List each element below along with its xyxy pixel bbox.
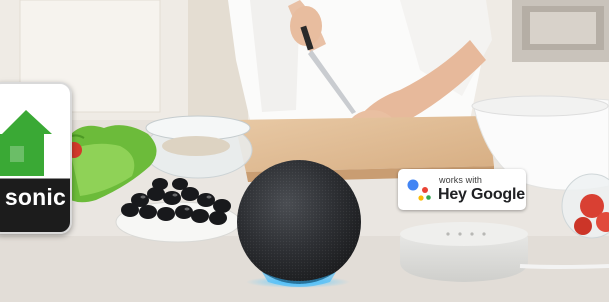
badge-line-1: works with: [439, 175, 483, 185]
panasonic-app-tile: sonic: [0, 82, 72, 234]
green-house-icon: [0, 110, 52, 176]
badge-line-2: Hey Google: [438, 186, 525, 203]
kitchen-scene: [0, 0, 609, 302]
works-with-hey-google-badge: works with Hey Google: [398, 169, 526, 210]
product-banner: sonic works with Hey Google: [0, 0, 609, 302]
google-assistant-icon: [407, 179, 431, 201]
brand-label: sonic: [4, 184, 66, 210]
